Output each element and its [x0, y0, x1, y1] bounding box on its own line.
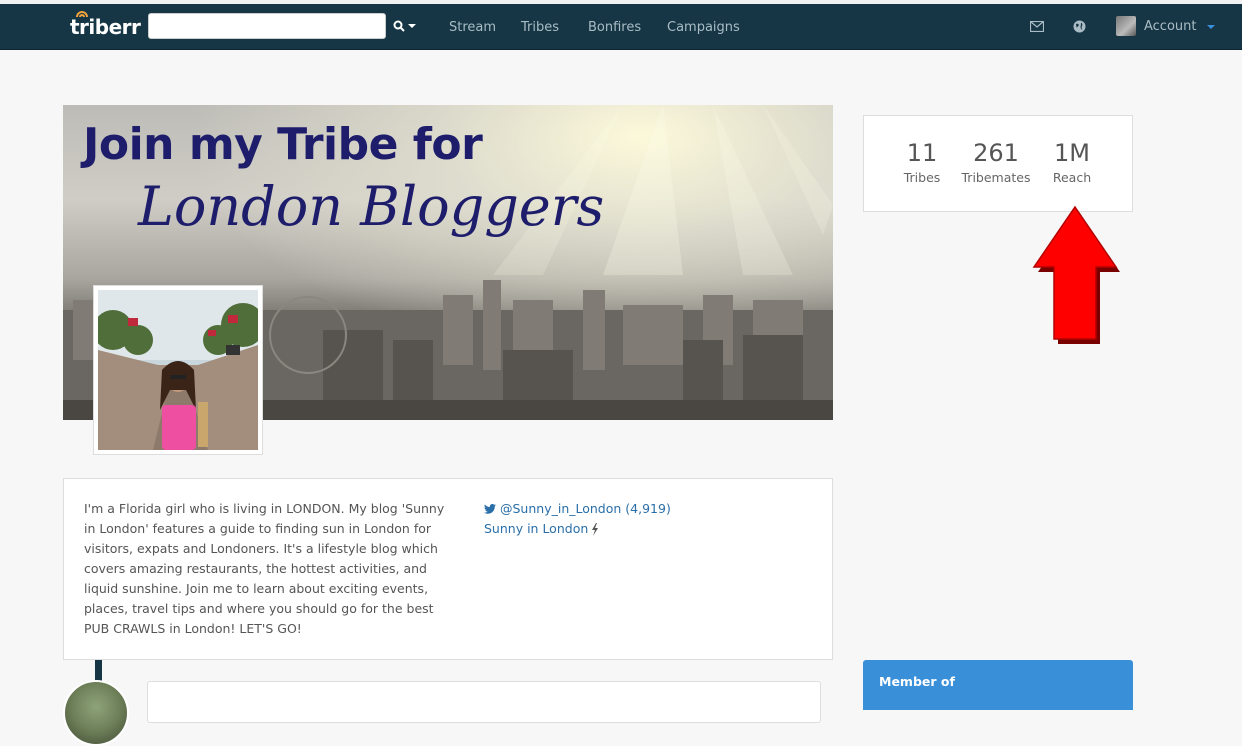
member-of-heading: Member of: [879, 674, 955, 689]
nav-tribes[interactable]: Tribes: [521, 20, 559, 35]
red-arrow-annotation: [1032, 205, 1120, 344]
twitter-link-row: @Sunny_in_London (4,919): [484, 499, 671, 519]
stat-label: Tribemates: [961, 170, 1031, 185]
blog-link-row: Sunny in London: [484, 519, 671, 539]
avatar[interactable]: [63, 680, 129, 746]
globe-icon[interactable]: [1073, 20, 1086, 33]
chevron-down-icon: [1206, 25, 1215, 29]
logo-signal-icon: [76, 11, 88, 18]
nav-bonfires[interactable]: Bonfires: [588, 20, 641, 35]
stat-value: 11: [906, 139, 938, 167]
stat-value: 261: [973, 139, 1019, 167]
account-menu[interactable]: Account: [1116, 16, 1215, 36]
profile-links: @Sunny_in_London (4,919) Sunny in London: [484, 499, 671, 539]
search-button[interactable]: [393, 20, 416, 32]
banner-heading: Join my Tribe for: [83, 119, 483, 170]
stat-label: Tribes: [903, 170, 941, 185]
navbar: triberr Stream Tribes Bonfires Campaigns…: [0, 4, 1242, 50]
banner-subheading: London Bloggers: [138, 175, 605, 238]
bio-text: I'm a Florida girl who is living in LOND…: [84, 501, 445, 636]
lightning-icon: [592, 522, 599, 536]
stat-tribemates[interactable]: 261 Tribemates: [960, 138, 1032, 185]
search-input[interactable]: [148, 13, 386, 39]
twitter-link[interactable]: @Sunny_in_London (4,919): [500, 499, 671, 519]
twitter-icon: [484, 504, 496, 514]
brand-name: triberr: [70, 15, 141, 39]
stats-card: 11 Tribes 261 Tribemates 1M Reach: [863, 115, 1133, 212]
envelope-icon[interactable]: [1030, 21, 1044, 32]
avatar: [1116, 16, 1136, 36]
profile-photo[interactable]: [93, 285, 263, 455]
stat-label: Reach: [1052, 170, 1092, 185]
stat-reach[interactable]: 1M Reach: [1048, 138, 1096, 185]
profile-photo-illustration: [98, 290, 258, 450]
stat-tribes[interactable]: 11 Tribes: [900, 138, 944, 185]
bio-card: I'm a Florida girl who is living in LOND…: [63, 478, 833, 660]
feed-card: [147, 681, 821, 723]
stat-value: 1M: [1054, 139, 1090, 167]
search-icon: [393, 20, 405, 32]
triberr-logo[interactable]: triberr: [70, 11, 141, 39]
nav-stream[interactable]: Stream: [449, 20, 496, 35]
member-of-panel: Member of: [863, 660, 1133, 710]
profile-image: [98, 290, 258, 450]
nav-campaigns[interactable]: Campaigns: [667, 20, 740, 35]
account-label: Account: [1144, 18, 1197, 34]
chevron-down-icon: [408, 24, 416, 28]
blog-link[interactable]: Sunny in London: [484, 519, 588, 539]
